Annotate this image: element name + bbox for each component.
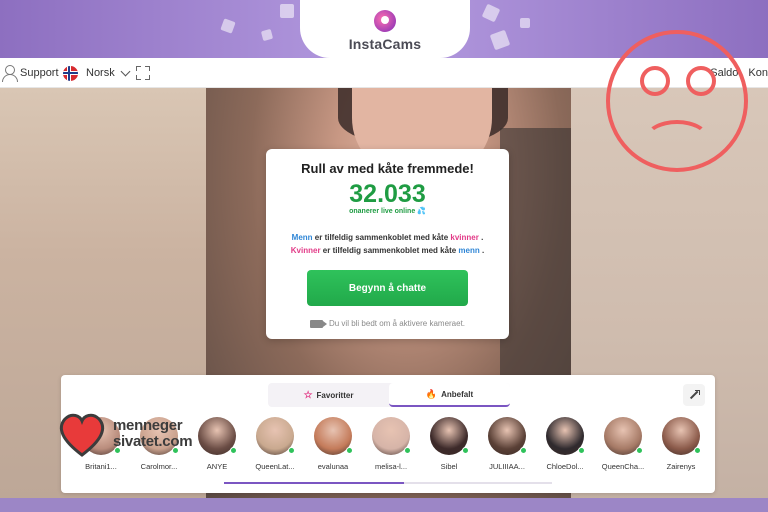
model-avatar xyxy=(314,417,353,455)
model-name: JULIIIAA... xyxy=(489,462,525,471)
men-word: Menn xyxy=(291,233,313,242)
model-item[interactable]: QueenLat... xyxy=(245,417,305,471)
women-word: Kvinner xyxy=(290,246,321,255)
model-name: evalunaa xyxy=(317,462,349,471)
camera-note-text: Du vil bli bedt om å aktivere kameraet. xyxy=(328,319,466,328)
watermark-text: menneger sivatet.com xyxy=(113,417,193,450)
confetti-shape xyxy=(260,28,274,42)
language-label: Norsk xyxy=(86,67,115,79)
line2-text: er tilfeldig sammenkoblet med kåte xyxy=(320,246,459,255)
model-item[interactable]: Zairenys xyxy=(651,417,711,471)
kon-link[interactable]: Kon xyxy=(748,67,768,79)
logo-icon xyxy=(374,10,396,32)
line1-text: er tilfeldig sammenkoblet med kåte xyxy=(312,233,451,242)
model-item[interactable]: ChloeDol... xyxy=(535,417,595,471)
online-status-icon xyxy=(462,447,469,454)
model-name: Carolmor... xyxy=(140,462,178,471)
online-status-icon xyxy=(520,447,527,454)
confetti-shape xyxy=(481,3,501,23)
card-title: Rull av med kåte fremmede! xyxy=(301,161,474,176)
person-icon xyxy=(2,65,18,82)
watermark-logo: menneger sivatet.com xyxy=(55,410,200,462)
model-avatar xyxy=(430,417,469,455)
bottom-strip xyxy=(0,498,768,512)
model-item[interactable]: JULIIIAA... xyxy=(477,417,537,471)
start-chat-button[interactable]: Begynn å chatte xyxy=(307,270,468,306)
online-status-icon xyxy=(636,447,643,454)
online-status-icon xyxy=(230,447,237,454)
confetti-shape xyxy=(489,29,511,51)
online-status-icon xyxy=(346,447,353,454)
confetti-shape xyxy=(520,18,530,28)
model-name: ChloeDol... xyxy=(546,462,584,471)
description-line-men: Menn er tilfeldig sammenkoblet med kåte … xyxy=(266,231,509,244)
start-chat-card: Rull av med kåte fremmede! 32.033 onaner… xyxy=(266,149,509,339)
tab-recommended-label: Anbefalt xyxy=(441,389,474,399)
model-avatar xyxy=(662,417,701,455)
line1-end: . xyxy=(478,233,484,242)
model-name: ANYE xyxy=(206,462,228,471)
online-status-icon xyxy=(288,447,295,454)
line2-end: . xyxy=(479,246,485,255)
model-avatar xyxy=(488,417,527,455)
heart-icon xyxy=(59,413,105,457)
online-counter-label: onanerer live online 💦 xyxy=(266,207,509,215)
camera-note: Du vil bli bedt om å aktivere kameraet. xyxy=(266,319,509,328)
camera-icon xyxy=(309,319,327,328)
drops-icon: 💦 xyxy=(417,208,426,215)
expand-icon[interactable] xyxy=(683,384,705,406)
tab-bar: ☆ Favoritter 🔥 Anbefalt xyxy=(268,383,510,407)
confetti-shape xyxy=(220,18,236,34)
watermark-line-1: menneger xyxy=(113,417,183,434)
tab-recommended[interactable]: 🔥 Anbefalt xyxy=(389,383,510,407)
logo[interactable]: InstaCams xyxy=(300,0,470,58)
model-avatar xyxy=(256,417,295,455)
norway-flag-icon xyxy=(63,65,78,81)
description-line-women: Kvinner er tilfeldig sammenkoblet med kå… xyxy=(266,244,509,257)
model-item[interactable]: evalunaa xyxy=(303,417,363,471)
model-name: QueenLat... xyxy=(255,462,295,471)
star-icon: ☆ xyxy=(303,389,313,401)
fire-icon: 🔥 xyxy=(425,388,438,399)
model-name: QueenCha... xyxy=(601,462,645,471)
sad-face-eye xyxy=(686,66,716,96)
men-word: menn xyxy=(458,246,480,255)
sad-face-mouth xyxy=(644,120,710,160)
online-counter: 32.033 xyxy=(349,180,426,208)
model-name: Britani1... xyxy=(85,462,117,471)
tab-favorites[interactable]: ☆ Favoritter xyxy=(268,383,389,407)
model-avatar xyxy=(372,417,411,455)
model-avatar xyxy=(546,417,585,455)
sad-face-icon xyxy=(606,30,748,172)
support-link[interactable]: Support xyxy=(0,58,59,88)
match-description: Menn er tilfeldig sammenkoblet med kåte … xyxy=(266,231,509,257)
tab-favorites-label: Favoritter xyxy=(316,390,354,400)
model-avatar xyxy=(604,417,643,455)
chevron-down-icon xyxy=(120,66,131,77)
logo-text: InstaCams xyxy=(348,36,422,52)
model-name: Sibel xyxy=(440,462,458,471)
online-status-icon xyxy=(404,447,411,454)
counter-sub-text: onanerer live online xyxy=(349,208,416,215)
support-label: Support xyxy=(20,67,59,79)
women-word: kvinner xyxy=(450,233,479,242)
carousel-progress-fill xyxy=(224,482,405,484)
model-name: Zairenys xyxy=(666,462,696,471)
model-item[interactable]: QueenCha... xyxy=(593,417,653,471)
confetti-shape xyxy=(280,4,294,18)
language-selector[interactable]: Norsk xyxy=(63,58,131,88)
fullscreen-icon[interactable] xyxy=(136,66,150,80)
carousel-progress[interactable] xyxy=(224,482,552,484)
watermark-line-2: sivatet.com xyxy=(113,433,193,450)
model-avatar xyxy=(198,417,237,455)
model-item[interactable]: Sibel xyxy=(419,417,479,471)
model-item[interactable]: melisa-l... xyxy=(361,417,421,471)
model-name: melisa-l... xyxy=(374,462,408,471)
sad-face-eye xyxy=(640,66,670,96)
online-status-icon xyxy=(694,447,701,454)
online-status-icon xyxy=(578,447,585,454)
